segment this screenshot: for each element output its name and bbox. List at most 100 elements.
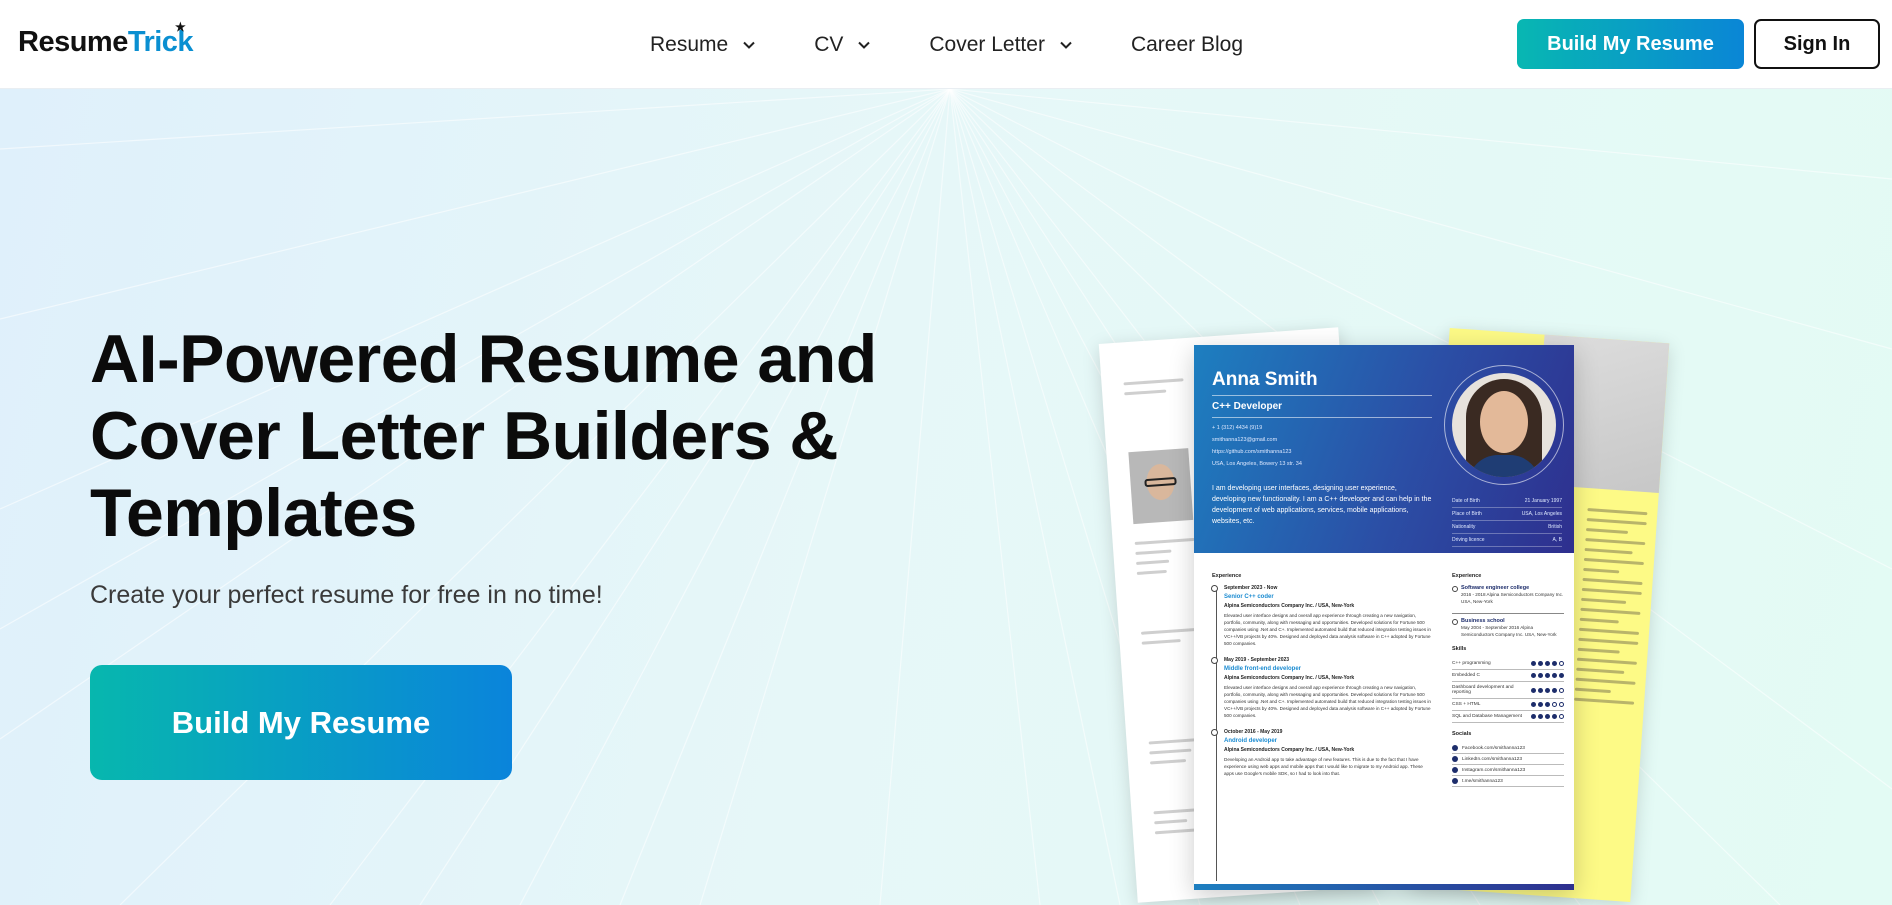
fact-key: Nationality xyxy=(1452,524,1476,530)
chevron-down-icon xyxy=(858,41,871,49)
job-date: May 2019 - September 2023 xyxy=(1224,657,1290,663)
timeline-dot xyxy=(1211,657,1218,664)
skill-dot xyxy=(1531,687,1536,693)
skill-level-dots xyxy=(1529,673,1564,678)
fact-value: A, B xyxy=(1552,537,1562,543)
facebook-icon xyxy=(1452,745,1458,751)
skill-dot xyxy=(1538,661,1543,666)
build-resume-button-header[interactable]: Build My Resume xyxy=(1517,19,1744,69)
job-title: Android developer xyxy=(1224,738,1278,744)
skill-dot xyxy=(1531,702,1536,707)
job-text: Developing an Android app to take advant… xyxy=(1224,757,1423,776)
build-resume-button-hero[interactable]: Build My Resume xyxy=(90,665,512,780)
skill-dot xyxy=(1545,673,1550,678)
skill-dot xyxy=(1545,714,1550,719)
section-title: Experience xyxy=(1212,573,1242,579)
timeline-dot xyxy=(1211,585,1218,592)
timeline-dot xyxy=(1452,586,1458,592)
skill-level-dots xyxy=(1529,661,1564,666)
logo-text-i: i xyxy=(154,26,162,58)
skill-dot xyxy=(1559,687,1564,693)
skill-dot xyxy=(1545,702,1550,707)
job-company: Alpina Semiconductors Company Inc. / USA… xyxy=(1224,603,1355,609)
job-entry: October 2016 - May 2019 Android develope… xyxy=(1211,729,1434,777)
skill-row: CSS + HTML xyxy=(1452,699,1564,711)
skill-dot xyxy=(1552,702,1557,707)
social-row: Instagram.com/smithanna123 xyxy=(1452,765,1564,776)
education-sub: May 2004 - September 2016 Alpina Semicon… xyxy=(1461,625,1557,637)
skill-dot xyxy=(1559,714,1564,719)
resume-contact: USA, Los Angeles, Bowery 13 str. 34 xyxy=(1212,461,1302,467)
job-title: Middle front-end developer xyxy=(1224,666,1302,672)
social-row: Facebook.com/smithanna123 xyxy=(1452,743,1564,754)
fact-row: Date of Birth 21 January 1997 xyxy=(1452,495,1562,508)
hero-section: AI-Powered Resume and Cover Letter Build… xyxy=(0,89,1892,905)
nav-item-cv[interactable]: CV xyxy=(814,33,871,57)
fact-key: Place of Birth xyxy=(1452,511,1482,517)
skill-row: Embedded C xyxy=(1452,670,1564,682)
main-nav: Resume CV Cover Letter Career Blog xyxy=(650,0,1301,89)
fact-key: Driving licence xyxy=(1452,537,1485,543)
social-link: LinkedIn.com/smithanna123 xyxy=(1462,756,1522,762)
skill-level-dots xyxy=(1529,714,1564,719)
skill-level-dots xyxy=(1529,687,1564,693)
fact-row: Driving licence A, B xyxy=(1452,534,1562,547)
social-row: LinkedIn.com/smithanna123 xyxy=(1452,754,1564,765)
skill-level-dots xyxy=(1529,702,1564,707)
timeline-dot xyxy=(1452,619,1458,625)
linkedin-icon xyxy=(1452,756,1458,762)
job-title: Senior C++ coder xyxy=(1224,594,1274,600)
resume-photo xyxy=(1452,373,1556,477)
placeholder-lines xyxy=(1123,378,1184,402)
telegram-icon xyxy=(1452,778,1458,784)
fact-key: Date of Birth xyxy=(1452,498,1480,504)
resume-name: Anna Smith xyxy=(1212,369,1318,390)
fact-value: 21 January 1997 xyxy=(1524,498,1562,504)
skill-dot xyxy=(1552,687,1557,693)
divider xyxy=(1452,613,1564,614)
logo-text-tr: Tr xyxy=(127,26,155,58)
education-entry: Business school May 2004 - September 201… xyxy=(1452,618,1564,638)
job-company: Alpina Semiconductors Company Inc. / USA… xyxy=(1224,675,1355,681)
logo-star-icon: ★ xyxy=(175,20,186,34)
job-entry: May 2019 - September 2023 Middle front-e… xyxy=(1211,657,1434,719)
social-link: Instagram.com/smithanna123 xyxy=(1462,767,1526,773)
education-entry: Software engineer college 2016 - 2018 Al… xyxy=(1452,585,1564,605)
nav-item-resume[interactable]: Resume xyxy=(650,33,756,57)
skill-dot xyxy=(1552,714,1557,719)
skill-dot xyxy=(1538,673,1543,678)
nav-label: Resume xyxy=(650,32,729,56)
skill-name: CSS + HTML xyxy=(1452,702,1481,707)
fact-value: USA, Los Angeles xyxy=(1521,511,1562,517)
logo[interactable]: ResumeTrick ★ xyxy=(18,20,194,59)
skill-row: SQL and Database Management xyxy=(1452,711,1564,723)
resume-contact: smithanna123@gmail.com xyxy=(1212,437,1278,443)
resume-experience: Experience September 2023 - Now Senior C… xyxy=(1211,573,1434,787)
skill-dot xyxy=(1531,714,1536,719)
sign-in-button[interactable]: Sign In xyxy=(1754,19,1880,69)
hero-title-line: Cover Letter Builders & xyxy=(90,398,839,474)
top-header: ResumeTrick ★ Resume CV Cover Letter Car… xyxy=(0,0,1892,89)
chevron-down-icon xyxy=(743,41,755,49)
social-link: t.me/smithanna123 xyxy=(1462,778,1503,784)
resume-about: I am developing user interfaces, designi… xyxy=(1212,485,1432,525)
fact-row: Place of Birth USA, Los Angeles xyxy=(1452,508,1562,521)
job-date: October 2016 - May 2019 xyxy=(1224,729,1283,735)
skill-dot xyxy=(1559,673,1564,678)
skill-row: C++ programming xyxy=(1452,658,1564,670)
skill-name: C++ programming xyxy=(1452,661,1491,666)
resume-facts: Date of Birth 21 January 1997 Place of Bi… xyxy=(1452,495,1562,547)
skill-dot xyxy=(1559,661,1564,666)
nav-label: Career Blog xyxy=(1130,32,1244,56)
skill-dot xyxy=(1531,673,1536,678)
resume-contact: + 1 (312) 4434 (9)19 xyxy=(1212,425,1263,431)
skill-name: Dashboard development and reporting xyxy=(1452,685,1514,695)
nav-item-cover-letter[interactable]: Cover Letter xyxy=(929,33,1073,57)
face-shape xyxy=(1480,391,1528,453)
section-title: Skills xyxy=(1452,646,1467,652)
skill-name: Embedded C xyxy=(1452,673,1480,678)
nav-item-career-blog[interactable]: Career Blog xyxy=(1131,33,1243,57)
chevron-down-icon xyxy=(1060,41,1072,49)
hero-title: AI-Powered Resume and Cover Letter Build… xyxy=(90,321,990,552)
job-text: Elevated user interface designs and over… xyxy=(1224,613,1431,646)
